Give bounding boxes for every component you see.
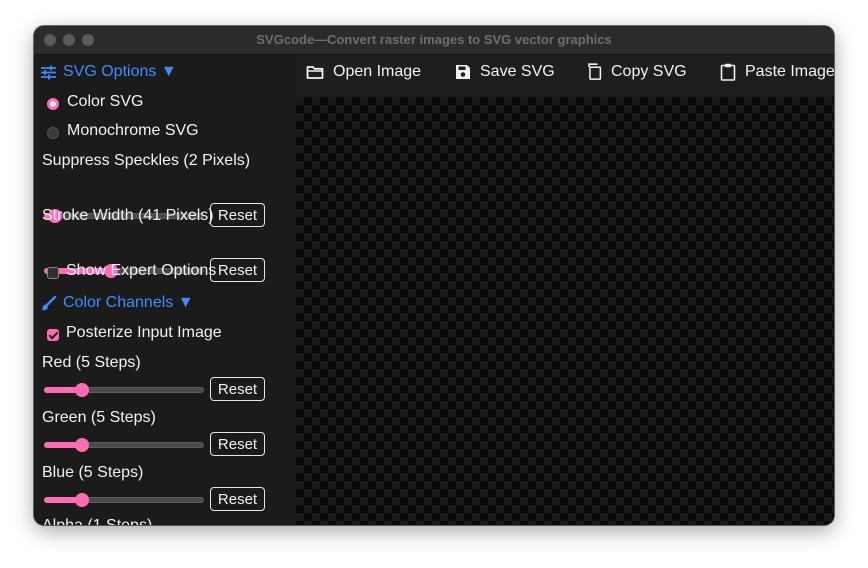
show-expert-options-checkbox[interactable] [47,267,59,279]
color-channels-heading: Color Channels ▼ [63,294,194,311]
app-window: SVGcode—Convert raster images to SVG vec… [34,26,834,525]
posterize-input-label[interactable]: Posterize Input Image [66,324,222,342]
options-sidebar[interactable]: SVG Options ▼ Color SVG Monochrome SVG S… [34,55,296,525]
copy-icon [586,63,602,81]
paste-image-button[interactable]: Paste Image [720,63,834,81]
green-steps-label: Green (5 Steps) [42,409,156,426]
window-title: SVGcode—Convert raster images to SVG vec… [256,32,612,47]
blue-steps-slider[interactable] [44,491,204,509]
brush-icon [40,295,57,311]
open-image-label: Open Image [333,63,422,80]
slider-thumb[interactable] [75,383,89,397]
stroke-width-label: Stroke Width (41 Pixels) [42,207,214,224]
paste-image-label: Paste Image [745,63,834,80]
slider-thumb[interactable] [75,438,89,452]
color-svg-label[interactable]: Color SVG [67,93,143,111]
toolbar: Open Image Save SVG Copy SVG Paste Image [296,55,834,97]
green-steps-slider[interactable] [44,436,204,454]
save-svg-button[interactable]: Save SVG [455,63,555,81]
save-svg-label: Save SVG [480,63,555,80]
red-steps-label: Red (5 Steps) [42,354,141,371]
blue-steps-label: Blue (5 Steps) [42,464,144,481]
save-icon [455,64,471,80]
show-expert-options-label[interactable]: Show Expert Options [66,262,216,280]
blue-steps-reset-button[interactable]: Reset [210,487,265,511]
copy-svg-button[interactable]: Copy SVG [586,63,687,81]
posterize-input-checkbox[interactable] [47,329,59,341]
svg-options-toggle[interactable]: SVG Options ▼ [40,63,177,81]
suppress-speckles-reset-button[interactable]: Reset [210,203,265,227]
monochrome-svg-radio[interactable] [47,127,59,139]
color-channels-toggle[interactable]: Color Channels ▼ [40,294,194,312]
folder-icon [306,64,324,80]
green-steps-reset-button[interactable]: Reset [210,432,265,456]
alpha-steps-label: Alpha (1 Steps) [42,517,152,525]
color-svg-radio[interactable] [47,98,59,110]
copy-svg-label: Copy SVG [611,63,687,80]
open-image-button[interactable]: Open Image [306,63,421,81]
red-steps-reset-button[interactable]: Reset [210,377,265,401]
slider-thumb[interactable] [75,493,89,507]
suppress-speckles-label: Suppress Speckles (2 Pixels) [42,152,251,169]
monochrome-svg-label[interactable]: Monochrome SVG [67,122,199,140]
red-steps-slider[interactable] [44,381,204,399]
image-preview-canvas[interactable] [296,97,834,525]
title-bar: SVGcode—Convert raster images to SVG vec… [34,26,834,55]
svg-options-heading: SVG Options ▼ [63,63,177,80]
stroke-width-reset-button[interactable]: Reset [210,258,265,282]
tune-icon [40,65,57,80]
clipboard-icon [720,63,736,81]
